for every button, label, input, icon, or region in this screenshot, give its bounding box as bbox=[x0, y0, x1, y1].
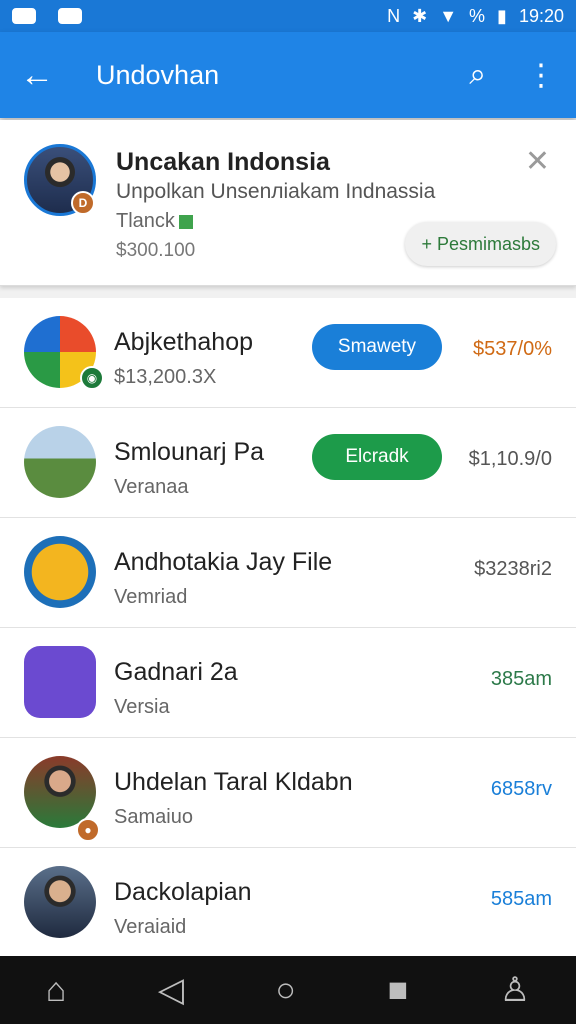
battery-icon: ▮ bbox=[497, 5, 507, 26]
back-icon[interactable]: ◁ bbox=[158, 970, 184, 1010]
list-item-amount: $537/0% bbox=[473, 338, 552, 360]
list-item[interactable]: Gadnari 2a Versia 385am bbox=[0, 628, 576, 738]
home-circle-icon[interactable]: ○ bbox=[276, 971, 297, 1010]
list-item-amount: $1,10.9/0 bbox=[468, 448, 552, 470]
list-item[interactable]: ◉ Abjkethahop $13,200.3X Smawety $537/0% bbox=[0, 298, 576, 408]
battery-percent: % bbox=[469, 5, 486, 26]
nfc-icon: N bbox=[387, 5, 401, 26]
header-card: D Uncakan Indonsia Unpolkan Unsenлiakam … bbox=[0, 120, 576, 286]
recent-icon[interactable]: ■ bbox=[388, 971, 409, 1010]
card-amount: $300.100 bbox=[116, 240, 196, 261]
app-icon bbox=[24, 426, 96, 498]
permission-button[interactable]: + Pesmimasbs bbox=[405, 222, 556, 266]
row-badge-icon: ◉ bbox=[80, 366, 104, 390]
bluetooth-icon: ✱ bbox=[412, 5, 428, 26]
list-item-amount: 585am bbox=[490, 888, 552, 910]
list-item-meta: Versia bbox=[114, 696, 170, 718]
search-icon[interactable]: ⌕ bbox=[469, 58, 486, 92]
list-item[interactable]: Dackolapian Veraiaid 585am bbox=[0, 848, 576, 958]
wifi-icon: ▼ bbox=[439, 5, 458, 26]
app-icon bbox=[24, 866, 96, 938]
list-item-amount: 385am bbox=[490, 668, 552, 690]
more-vert-icon[interactable]: ⋮ bbox=[526, 58, 556, 93]
profile-icon[interactable]: ♙ bbox=[500, 970, 530, 1010]
status-time: 19:20 bbox=[518, 5, 564, 26]
notification-icon bbox=[12, 8, 36, 24]
status-bar: N ✱ ▼ % ▮ 19:20 bbox=[0, 0, 576, 32]
list-item-meta: Samaiuo bbox=[114, 806, 193, 828]
list-item-meta: Veraiaid bbox=[114, 916, 187, 938]
avatar-badge-icon: D bbox=[71, 191, 95, 215]
list-item-name: Smlounarj Pa bbox=[114, 438, 265, 466]
list-item[interactable]: Smlounarj Pa Veranaa Elcradk $1,10.9/0 bbox=[0, 408, 576, 518]
list-item-amount: 6858rv bbox=[490, 778, 552, 800]
row-action-button[interactable]: Smawety bbox=[312, 324, 442, 370]
close-icon[interactable]: ✕ bbox=[525, 144, 550, 179]
app-list: ◉ Abjkethahop $13,200.3X Smawety $537/0%… bbox=[0, 298, 576, 958]
list-item-name: Uhdelan Taral Kldabn bbox=[114, 768, 353, 796]
list-item-name: Abjkethahop bbox=[114, 328, 254, 356]
app-title: Undovhan bbox=[96, 59, 220, 90]
tag-square-icon bbox=[178, 214, 193, 229]
list-item-amount: $3238ri2 bbox=[474, 558, 552, 580]
list-item[interactable]: ● Uhdelan Taral Kldabn Samaiuo 6858rv bbox=[0, 738, 576, 848]
row-action-button[interactable]: Elcradk bbox=[312, 434, 442, 480]
row-badge-icon: ● bbox=[76, 818, 100, 842]
card-tag: Tlanck bbox=[116, 210, 193, 233]
app-icon bbox=[24, 536, 96, 608]
home-icon[interactable]: ⌂ bbox=[46, 971, 67, 1010]
list-item[interactable]: Andhotakia Jay File Vemriad $3238ri2 bbox=[0, 518, 576, 628]
arrow-left-icon[interactable]: ← bbox=[20, 58, 78, 92]
list-item-name: Dackolapian bbox=[114, 878, 252, 906]
card-title: Uncakan Indonsia bbox=[116, 148, 330, 176]
avatar: D bbox=[24, 144, 96, 216]
card-subtitle: Unpolkan Unsenлiakam Indnassia bbox=[116, 180, 436, 203]
list-item-meta: $13,200.3X bbox=[114, 366, 217, 388]
list-item-name: Andhotakia Jay File bbox=[114, 548, 333, 576]
list-item-name: Gadnari 2a bbox=[114, 658, 238, 686]
app-bar: ← Undovhan ⌕ ⋮ bbox=[0, 32, 576, 118]
system-nav-bar: ⌂ ◁ ○ ■ ♙ bbox=[0, 956, 576, 1024]
app-icon bbox=[24, 646, 96, 718]
list-item-meta: Vemriad bbox=[114, 586, 188, 608]
notification-icon-2 bbox=[58, 8, 82, 24]
card-tag-label: Tlanck bbox=[116, 210, 175, 232]
list-item-meta: Veranaa bbox=[114, 476, 189, 498]
